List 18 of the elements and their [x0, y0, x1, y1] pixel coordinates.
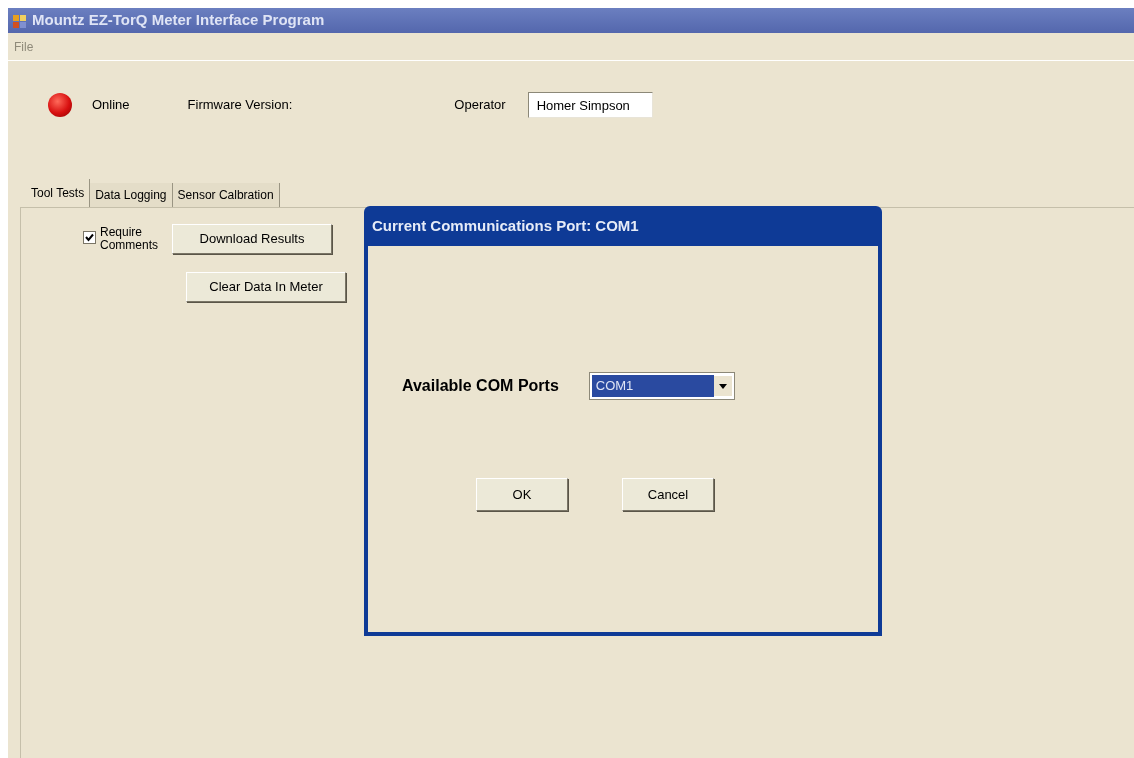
- push-button[interactable]: Cancel: [622, 478, 714, 511]
- operator-field[interactable]: Homer Simpson: [527, 92, 653, 118]
- checkbox-label: Require Comments: [100, 226, 159, 252]
- tab[interactable]: Data Logging: [90, 183, 173, 207]
- operator-label: Operator: [454, 96, 506, 115]
- push-button[interactable]: OK: [476, 478, 568, 511]
- com-ports-label: Available COM Ports: [402, 376, 559, 396]
- window-title: Mountz EZ-TorQ Meter Interface Program: [32, 10, 325, 31]
- com-port-dropdown[interactable]: COM1: [588, 372, 735, 400]
- firmware-label: Firmware Version:: [187, 96, 293, 115]
- app-icon: [12, 12, 28, 29]
- status-label: Online: [92, 96, 130, 115]
- push-button[interactable]: Download Results: [172, 224, 332, 254]
- tab[interactable]: Sensor Calbration: [172, 183, 280, 207]
- dialog-title: Current Communications Port: COM1: [372, 215, 639, 236]
- push-button[interactable]: Clear Data In Meter: [186, 272, 346, 302]
- check-icon: [85, 233, 94, 242]
- checkbox[interactable]: [83, 231, 96, 244]
